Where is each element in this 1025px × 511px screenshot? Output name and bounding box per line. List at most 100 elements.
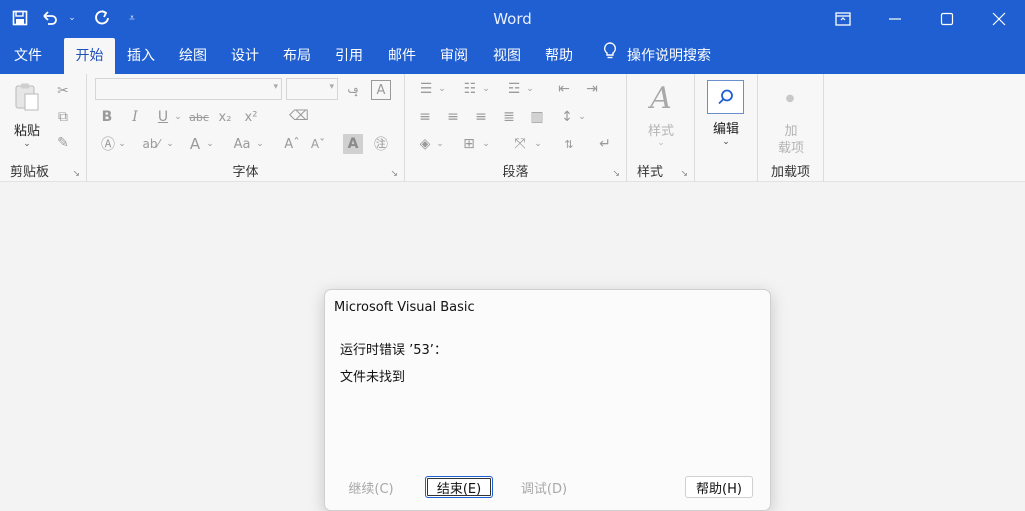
- maximize-icon[interactable]: [921, 0, 973, 38]
- font-size-field[interactable]: ▾: [286, 78, 338, 100]
- increase-indent-icon[interactable]: ⇥: [581, 80, 603, 98]
- align-right-icon[interactable]: ≡: [471, 108, 491, 126]
- font-color-icon[interactable]: A: [187, 134, 203, 154]
- align-center-icon[interactable]: ≡: [443, 108, 463, 126]
- paragraph-group-label: 段落: [502, 165, 529, 180]
- superscript-icon[interactable]: x²: [241, 108, 261, 126]
- window-controls: [817, 0, 1025, 38]
- title-bar: ⌄ ⩡ Word: [0, 0, 1025, 38]
- sort-icon[interactable]: ⇅: [559, 134, 579, 154]
- tab-layout[interactable]: 布局: [273, 38, 321, 74]
- search-icon[interactable]: [707, 80, 744, 114]
- chevron-down-icon[interactable]: ⌄: [720, 136, 732, 148]
- chevron-down-icon[interactable]: ⌄: [165, 134, 175, 154]
- styles-icon[interactable]: A: [643, 80, 679, 116]
- addins-icon[interactable]: ●: [782, 90, 798, 106]
- tab-view[interactable]: 视图: [483, 38, 531, 74]
- ribbon-display-icon[interactable]: [817, 0, 869, 38]
- chevron-down-icon[interactable]: ⌄: [481, 80, 491, 98]
- tab-review[interactable]: 审阅: [430, 38, 478, 74]
- chevron-down-icon[interactable]: ⌄: [117, 134, 127, 154]
- dialog-error-code: 运行时错误 ’53’：: [340, 343, 447, 358]
- show-marks-icon[interactable]: ↵: [595, 134, 615, 154]
- paragraph-group: ☰ ⌄ ☷ ⌄ ☲ ⌄ ⇤ ⇥ ≡ ≡ ≡ ≣ ▥ ↕ ⌄ ◈ ⌄ ⊞ ⌄ ⤧ …: [405, 74, 627, 182]
- dialog-launcher-icon[interactable]: ↘: [390, 169, 398, 179]
- grow-font-icon[interactable]: Aˆ: [283, 134, 301, 154]
- chevron-down-icon[interactable]: ⌄: [655, 137, 667, 149]
- debug-button[interactable]: 调试(D): [512, 476, 576, 498]
- close-icon[interactable]: [973, 0, 1025, 38]
- text-effects-icon[interactable]: Ⓐ: [99, 134, 117, 154]
- strikethrough-icon[interactable]: abc: [187, 108, 211, 126]
- copy-icon[interactable]: ⧉: [54, 108, 72, 126]
- tab-draw[interactable]: 绘图: [169, 38, 217, 74]
- bullets-icon[interactable]: ☰: [415, 80, 437, 98]
- tab-help[interactable]: 帮助: [535, 38, 583, 74]
- chevron-down-icon[interactable]: ⌄: [525, 80, 535, 98]
- justify-icon[interactable]: ≣: [499, 108, 519, 126]
- underline-icon[interactable]: U: [155, 108, 171, 126]
- font-group: ▾ ▾ ݡ A B I U ⌄ abc x₂ x² ⌫ Ⓐ ⌄ ab⁄ ⌄ A …: [87, 74, 405, 182]
- dialog-launcher-icon[interactable]: ↘: [612, 169, 620, 179]
- italic-icon[interactable]: I: [127, 108, 143, 126]
- chevron-down-icon[interactable]: ⌄: [205, 134, 215, 154]
- tell-me-label: 操作说明搜索: [627, 48, 711, 64]
- borders-icon[interactable]: ⊞: [459, 134, 479, 154]
- paste-icon[interactable]: [12, 82, 42, 112]
- change-case-icon[interactable]: Aa: [229, 134, 255, 154]
- addins-group-label: 加载项: [770, 165, 810, 180]
- character-shading-icon[interactable]: A: [343, 134, 363, 154]
- tab-references[interactable]: 引用: [325, 38, 373, 74]
- decrease-indent-icon[interactable]: ⇤: [553, 80, 575, 98]
- tab-mailings[interactable]: 邮件: [378, 38, 426, 74]
- dialog-launcher-icon[interactable]: ↘: [72, 169, 80, 179]
- shading-icon[interactable]: ◈: [415, 134, 435, 154]
- align-left-icon[interactable]: ≡: [415, 108, 435, 126]
- end-button[interactable]: 结束(E): [425, 476, 493, 498]
- multilevel-list-icon[interactable]: ☲: [503, 80, 525, 98]
- paste-button[interactable]: 粘贴: [10, 120, 44, 139]
- enclose-characters-icon[interactable]: ㊟: [371, 134, 391, 154]
- tab-insert[interactable]: 插入: [117, 38, 165, 74]
- clipboard-group: 粘贴 ⌄ ✂ ⧉ ✎ 剪贴板 ↘: [0, 74, 87, 182]
- tab-file[interactable]: 文件: [4, 38, 52, 74]
- bold-icon[interactable]: B: [99, 108, 115, 126]
- tab-design[interactable]: 设计: [221, 38, 269, 74]
- line-spacing-icon[interactable]: ↕: [557, 108, 577, 126]
- clear-formatting-icon[interactable]: ⌫: [289, 106, 309, 126]
- font-name-field[interactable]: ▾: [95, 78, 282, 100]
- lightbulb-icon: [603, 38, 617, 74]
- chevron-down-icon: ▾: [329, 82, 334, 92]
- highlight-icon[interactable]: ab⁄: [141, 134, 161, 154]
- chevron-down-icon[interactable]: ⌄: [255, 134, 265, 154]
- dialog-launcher-icon[interactable]: ↘: [680, 169, 688, 179]
- format-painter-icon[interactable]: ✎: [54, 134, 72, 152]
- chevron-down-icon[interactable]: ⌄: [533, 134, 543, 154]
- vba-error-dialog: Microsoft Visual Basic 运行时错误 ’53’： 文件未找到…: [324, 289, 771, 511]
- minimize-icon[interactable]: [869, 0, 921, 38]
- paste-dropdown-icon[interactable]: ⌄: [20, 138, 34, 150]
- dialog-title: Microsoft Visual Basic: [334, 300, 475, 315]
- subscript-icon[interactable]: x₂: [215, 108, 235, 126]
- chevron-down-icon[interactable]: ⌄: [435, 134, 445, 154]
- numbering-icon[interactable]: ☷: [459, 80, 481, 98]
- tab-home[interactable]: 开始: [64, 38, 115, 74]
- chevron-down-icon[interactable]: ⌄: [577, 108, 587, 126]
- help-button[interactable]: 帮助(H): [685, 476, 753, 498]
- chinese-layout-icon[interactable]: ⤧: [509, 134, 531, 154]
- shrink-font-icon[interactable]: Aˇ: [309, 134, 327, 154]
- phonetic-guide-icon[interactable]: ݡ: [344, 80, 362, 98]
- addins-group: ● 加 载项 加载项: [758, 74, 824, 182]
- ribbon-tabs: 文件 开始 插入 绘图 设计 布局 引用 邮件 审阅 视图 帮助 操作说明搜索: [0, 38, 1025, 74]
- continue-button[interactable]: 继续(C): [339, 476, 403, 498]
- chevron-down-icon: ▾: [273, 82, 278, 92]
- addins-button-line2[interactable]: 载项: [758, 137, 824, 156]
- cut-icon[interactable]: ✂: [54, 82, 72, 100]
- distributed-icon[interactable]: ▥: [527, 108, 547, 126]
- tell-me-search[interactable]: 操作说明搜索: [603, 38, 711, 74]
- chevron-down-icon[interactable]: ⌄: [173, 108, 183, 126]
- editing-button[interactable]: 编辑: [705, 118, 747, 137]
- chevron-down-icon[interactable]: ⌄: [437, 80, 447, 98]
- chevron-down-icon[interactable]: ⌄: [481, 134, 491, 154]
- character-border-icon[interactable]: A: [371, 80, 391, 100]
